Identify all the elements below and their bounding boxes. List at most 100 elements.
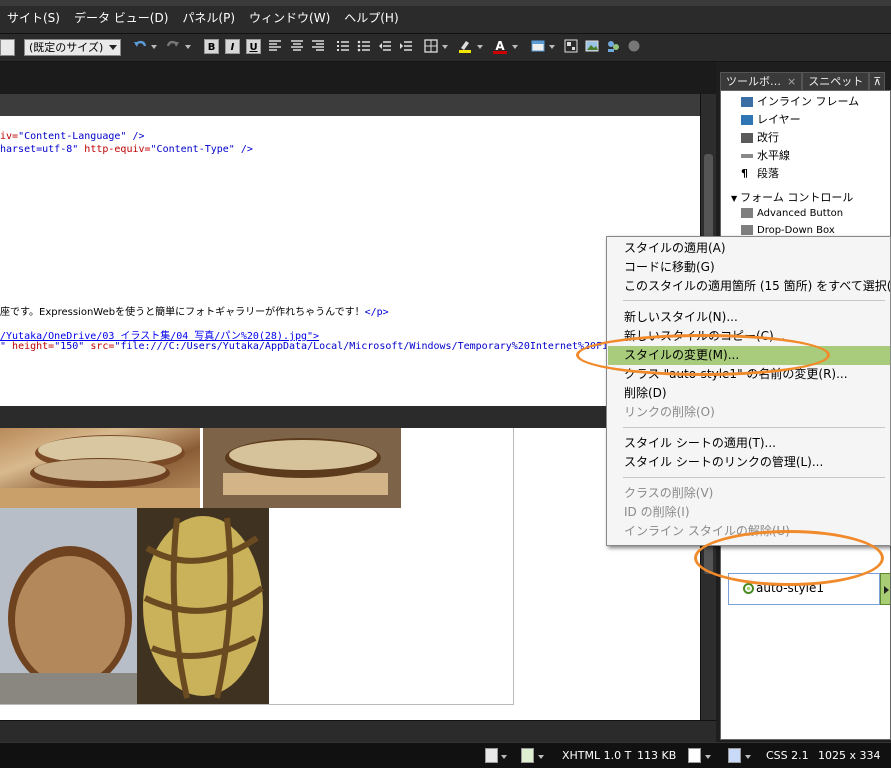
- chevron-down-icon[interactable]: [151, 45, 157, 49]
- menu-help[interactable]: ヘルプ(H): [337, 9, 405, 26]
- toolbox-item[interactable]: ¶ 段落: [741, 165, 779, 181]
- chevron-down-icon[interactable]: [185, 45, 191, 49]
- toolbox-item[interactable]: 水平線: [741, 147, 790, 163]
- chevron-down-icon[interactable]: [705, 755, 711, 759]
- numbered-list-icon[interactable]: [336, 39, 350, 53]
- record-icon[interactable]: [627, 39, 641, 53]
- menu-window[interactable]: ウィンドウ(W): [242, 9, 337, 26]
- italic-button[interactable]: I: [225, 39, 240, 54]
- view-splitter[interactable]: [0, 406, 700, 428]
- code-line: 座です。ExpressionWebを使うと簡単にフォトギャラリーが作れちゃうんで…: [0, 307, 389, 318]
- chevron-down-icon[interactable]: [477, 45, 483, 49]
- class-style-icon: [743, 583, 754, 594]
- increase-indent-icon[interactable]: [399, 39, 413, 53]
- close-icon[interactable]: ×: [787, 75, 796, 88]
- font-size-value: (既定のサイズ): [29, 41, 104, 54]
- collapse-arrow-icon: ▼: [731, 194, 738, 203]
- align-center-icon[interactable]: [290, 39, 304, 53]
- chevron-down-icon[interactable]: [501, 755, 507, 759]
- people-icon[interactable]: [606, 39, 620, 53]
- code-line: " height="150" src="file:///C:/Users/Yut…: [0, 341, 675, 352]
- chevron-down-icon[interactable]: [512, 45, 518, 49]
- bread-photo[interactable]: [0, 428, 200, 508]
- font-family-dropdown[interactable]: [0, 39, 15, 56]
- layout-guide: [513, 428, 514, 704]
- chevron-down-icon[interactable]: [549, 45, 555, 49]
- title-bar-strip: [0, 0, 891, 6]
- menu-item-go-to-code[interactable]: コードに移動(G): [608, 258, 890, 277]
- chevron-down-icon[interactable]: [538, 755, 544, 759]
- undo-icon[interactable]: [133, 39, 147, 53]
- layer-icon: [741, 115, 753, 125]
- pen-icon[interactable]: [688, 748, 701, 763]
- annotation-oval: [576, 334, 830, 376]
- bread-photo[interactable]: [203, 428, 401, 508]
- table-icon[interactable]: [531, 39, 545, 53]
- menu-item-manage-style-sheet-links[interactable]: スタイル シートのリンクの管理(L)...: [608, 453, 890, 472]
- menu-separator: [623, 477, 885, 478]
- bold-button[interactable]: B: [204, 39, 219, 54]
- menu-item-remove-id: ID の削除(I): [624, 505, 690, 519]
- paragraph-icon: ¶: [741, 167, 748, 180]
- redo-icon[interactable]: [166, 39, 180, 53]
- highlight-icon[interactable]: [458, 39, 472, 53]
- file-size-status: 113 KB: [637, 749, 677, 762]
- layout-guide: [0, 704, 514, 705]
- toolbox-item[interactable]: Drop-Down Box: [741, 225, 835, 236]
- doctype-status[interactable]: XHTML 1.0 T: [562, 749, 631, 762]
- font-size-dropdown[interactable]: (既定のサイズ): [24, 39, 121, 56]
- layout-icon[interactable]: [564, 39, 578, 53]
- align-right-icon[interactable]: [311, 39, 325, 53]
- decrease-indent-icon[interactable]: [378, 39, 392, 53]
- pin-icon[interactable]: ⊼: [869, 72, 886, 90]
- bread-photo[interactable]: [137, 508, 269, 704]
- tab-snippets[interactable]: スニペット: [802, 72, 870, 90]
- document-icon[interactable]: [485, 748, 498, 763]
- context-menu: スタイルの適用(A) コードに移動(G) このスタイルの適用箇所 (15 箇所)…: [606, 236, 891, 546]
- formatting-toolbar: (既定のサイズ) B I U A: [0, 34, 891, 62]
- border-icon[interactable]: [424, 39, 438, 53]
- design-view[interactable]: [0, 428, 700, 720]
- annotation-oval: [694, 530, 884, 586]
- style-dropdown-button[interactable]: [880, 573, 890, 605]
- toolbox-item[interactable]: 改行: [741, 129, 779, 145]
- menu-bar: サイト(S) データ ビュー(D) パネル(P) ウィンドウ(W) ヘルプ(H): [0, 0, 891, 34]
- underline-button[interactable]: U: [246, 39, 261, 54]
- css-version-status[interactable]: CSS 2.1: [766, 749, 809, 762]
- menu-data-view[interactable]: データ ビュー(D): [67, 9, 175, 26]
- menu-item-remove-class: クラスの削除(V): [624, 486, 714, 500]
- horizontal-scrollbar[interactable]: [0, 720, 716, 742]
- iframe-icon: [741, 97, 753, 107]
- align-left-icon[interactable]: [268, 39, 282, 53]
- tab-toolbox[interactable]: ツールボ… ×: [720, 72, 803, 90]
- code-line: harset=utf-8" http-equiv="Content-Type" …: [0, 144, 253, 155]
- chevron-down-icon: [109, 45, 117, 50]
- menu-item-apply-style[interactable]: スタイルの適用(A): [608, 239, 890, 258]
- section-form-controls[interactable]: ▼ フォーム コントロール: [731, 189, 853, 205]
- line-break-icon: [741, 133, 753, 143]
- toolbox-item[interactable]: レイヤー: [741, 111, 801, 127]
- menu-site[interactable]: サイト(S): [0, 9, 67, 26]
- menu-panel[interactable]: パネル(P): [175, 9, 242, 26]
- picture-icon[interactable]: [585, 39, 599, 53]
- code-line: iv="Content-Language" />: [0, 131, 145, 142]
- menu-item-remove-link: リンクの削除(O): [624, 405, 715, 419]
- menu-item-attach-style-sheet[interactable]: スタイル シートの適用(T)...: [608, 434, 890, 453]
- bread-photo[interactable]: [0, 508, 137, 704]
- horizontal-rule-icon: [741, 154, 753, 158]
- menu-separator: [623, 427, 885, 428]
- menu-item-new-style[interactable]: 新しいスタイル(N)...: [608, 308, 890, 327]
- css-schema-icon[interactable]: [728, 748, 741, 763]
- font-color-button[interactable]: A: [493, 39, 507, 54]
- chevron-down-icon[interactable]: [442, 45, 448, 49]
- toolbox-item[interactable]: Advanced Button: [741, 208, 843, 219]
- validation-icon[interactable]: [521, 748, 534, 763]
- code-view-header: [0, 94, 700, 116]
- menu-item-delete[interactable]: 削除(D): [608, 384, 890, 403]
- toolbox-item[interactable]: インライン フレーム: [741, 93, 859, 109]
- menu-item-select-all-instances[interactable]: このスタイルの適用箇所 (15 箇所) をすべて選択(S): [608, 277, 890, 296]
- chevron-down-icon[interactable]: [745, 755, 751, 759]
- bulleted-list-icon[interactable]: [357, 39, 371, 53]
- menu-separator: [623, 300, 885, 301]
- page-size-status[interactable]: 1025 x 334: [818, 749, 881, 762]
